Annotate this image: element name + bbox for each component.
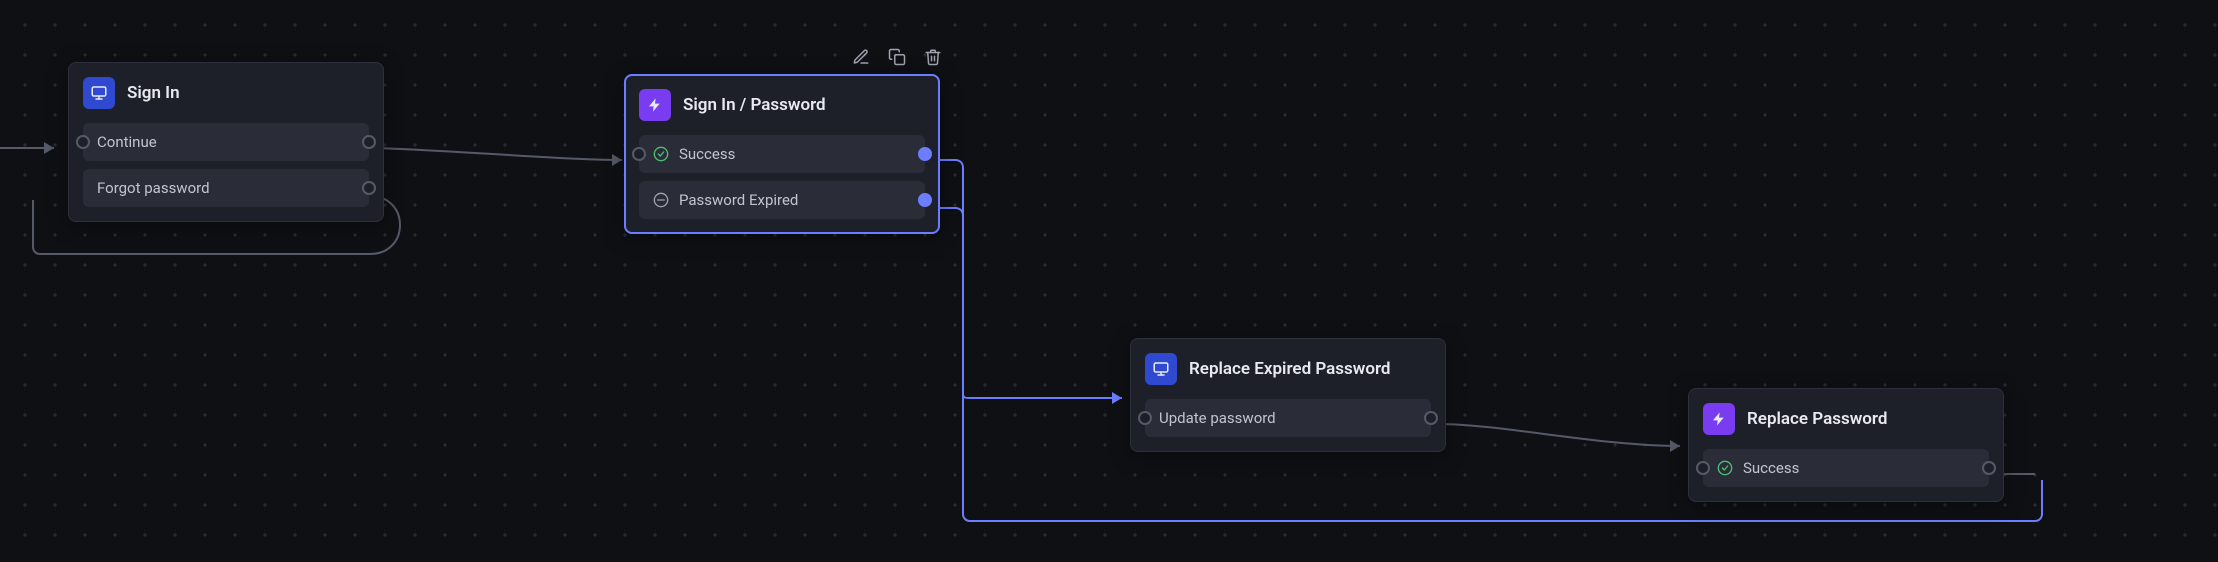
- port-label: Continue: [97, 133, 157, 151]
- node-title: Sign In: [127, 83, 180, 103]
- trash-icon[interactable]: [924, 48, 942, 66]
- node-replace-password[interactable]: Replace Password Success: [1688, 388, 2004, 502]
- node-header: Sign In: [83, 77, 369, 109]
- port-handle-out[interactable]: [362, 181, 376, 195]
- lightning-icon: [1703, 403, 1735, 435]
- node-replace-expired-password[interactable]: Replace Expired Password Update password: [1130, 338, 1446, 452]
- port-forgot-password[interactable]: Forgot password: [83, 169, 369, 207]
- flow-canvas[interactable]: Sign In Continue Forgot password Sign In…: [0, 0, 2218, 562]
- node-title: Replace Password: [1747, 409, 1887, 429]
- port-handle-in[interactable]: [1138, 411, 1152, 425]
- port-handle-in[interactable]: [632, 147, 646, 161]
- node-header: Replace Expired Password: [1145, 353, 1431, 385]
- port-success[interactable]: Success: [1703, 449, 1989, 487]
- port-handle-out[interactable]: [362, 135, 376, 149]
- node-title: Sign In / Password: [683, 95, 826, 115]
- copy-icon[interactable]: [888, 48, 906, 66]
- port-continue[interactable]: Continue: [83, 123, 369, 161]
- node-header: Replace Password: [1703, 403, 1989, 435]
- port-password-expired[interactable]: Password Expired: [639, 181, 925, 219]
- port-label: Update password: [1159, 409, 1276, 427]
- screen-icon: [83, 77, 115, 109]
- port-update-password[interactable]: Update password: [1145, 399, 1431, 437]
- screen-icon: [1145, 353, 1177, 385]
- node-toolbar: [852, 48, 942, 66]
- node-header: Sign In / Password: [639, 89, 925, 121]
- node-sign-in[interactable]: Sign In Continue Forgot password: [68, 62, 384, 222]
- port-handle-in[interactable]: [1696, 461, 1710, 475]
- port-success[interactable]: Success: [639, 135, 925, 173]
- port-label: Password Expired: [679, 191, 798, 209]
- port-handle-in[interactable]: [76, 135, 90, 149]
- check-circle-icon: [1717, 460, 1733, 476]
- port-label: Forgot password: [97, 179, 210, 197]
- port-label: Success: [679, 145, 735, 163]
- port-handle-out[interactable]: [918, 147, 932, 161]
- port-label: Success: [1743, 459, 1799, 477]
- edit-icon[interactable]: [852, 48, 870, 66]
- lightning-icon: [639, 89, 671, 121]
- no-entry-icon: [653, 192, 669, 208]
- node-title: Replace Expired Password: [1189, 359, 1391, 379]
- port-handle-out[interactable]: [918, 193, 932, 207]
- port-handle-out[interactable]: [1424, 411, 1438, 425]
- node-sign-in-password[interactable]: Sign In / Password Success Password Expi…: [624, 74, 940, 234]
- port-handle-out[interactable]: [1982, 461, 1996, 475]
- check-circle-icon: [653, 146, 669, 162]
